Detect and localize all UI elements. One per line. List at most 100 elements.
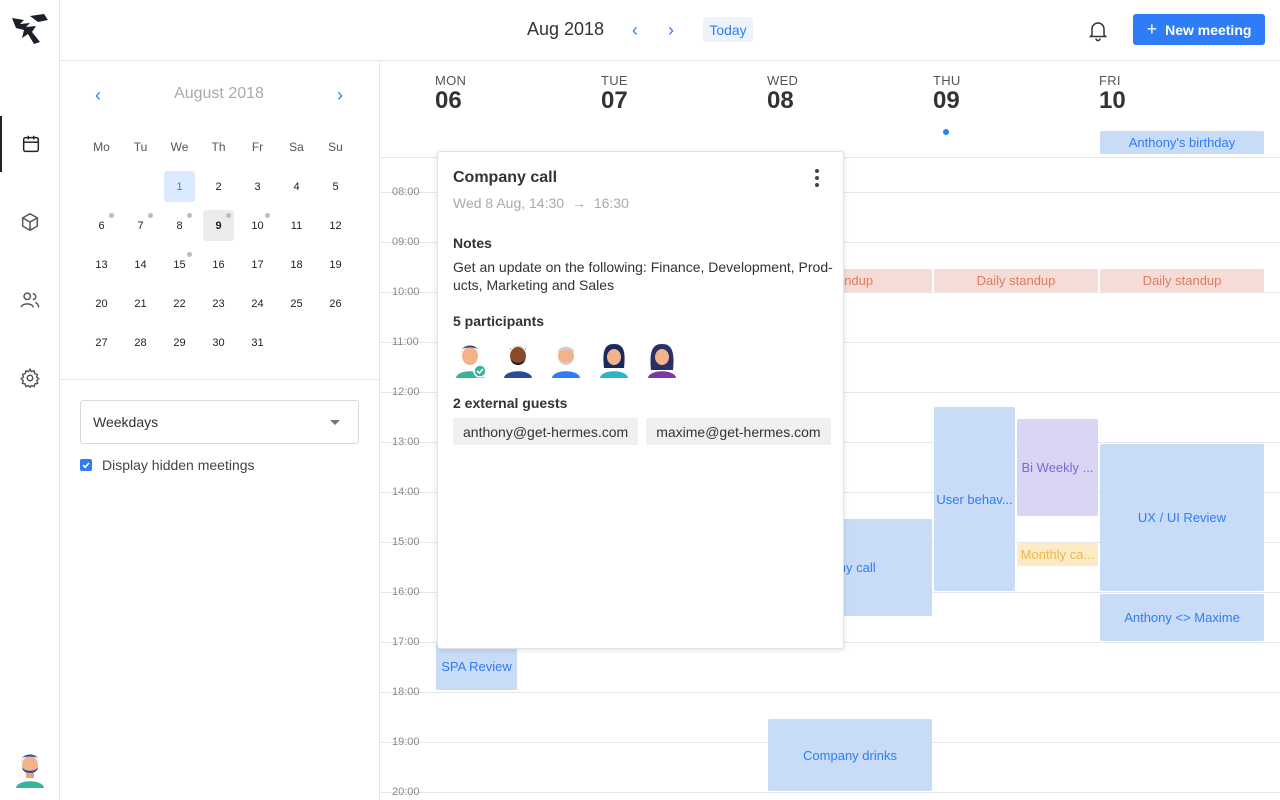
weekday-header: We	[170, 140, 189, 154]
participant-avatar[interactable]	[501, 340, 535, 378]
more-options-button[interactable]	[810, 167, 824, 189]
hour-label: 10:00	[392, 286, 420, 298]
participant-avatar[interactable]	[453, 340, 487, 378]
mini-calendar-day[interactable]: 9	[199, 206, 238, 245]
event-monthly-call[interactable]: Monthly ca...	[1017, 543, 1098, 566]
mini-calendar-day[interactable]: 2	[199, 167, 238, 206]
event-standup-thu[interactable]: Daily standup	[934, 269, 1098, 292]
day-number: 2	[215, 180, 222, 193]
mini-calendar-day[interactable]: 7	[121, 206, 160, 245]
participant-avatar[interactable]	[645, 340, 679, 378]
day-number: 29	[173, 336, 186, 349]
participant-avatar[interactable]	[597, 340, 631, 378]
day-number: 12	[329, 219, 342, 232]
kebab-dot	[815, 176, 819, 180]
arrow-right-icon: →	[571, 195, 586, 211]
mini-calendar-day[interactable]: 31	[238, 323, 277, 362]
new-meeting-button[interactable]: + New meeting	[1133, 14, 1265, 45]
mini-calendar-day[interactable]: 20	[82, 284, 121, 323]
mini-calendar-day[interactable]: 12	[316, 206, 355, 245]
mini-calendar-day[interactable]: 23	[199, 284, 238, 323]
day-number: 14	[134, 258, 147, 271]
event-standup-fri[interactable]: Daily standup	[1100, 269, 1264, 292]
kebab-menu-icon	[815, 169, 819, 173]
mini-calendar-day[interactable]: 25	[277, 284, 316, 323]
nav-people[interactable]	[0, 272, 60, 328]
weekday-header: Fr	[251, 140, 264, 154]
mini-calendar-grid: Mo Tu We Th Fr Sa Su 1 2 3 4 5 6 7 8 9 10 11 12 13 14 15 16 17 1…	[82, 137, 356, 362]
event-bi-weekly[interactable]: Bi Weekly ...	[1017, 419, 1098, 516]
day-number: 25	[290, 297, 303, 310]
nav-calendar[interactable]	[0, 116, 60, 172]
nav-box[interactable]	[0, 194, 60, 250]
mini-calendar-day[interactable]: 16	[199, 245, 238, 284]
mini-calendar-day[interactable]: 13	[82, 245, 121, 284]
mini-calendar-day[interactable]: 17	[238, 245, 277, 284]
user-avatar[interactable]	[14, 748, 46, 788]
mini-calendar-day[interactable]: 30	[199, 323, 238, 362]
guest-chip[interactable]: maxime@get-hermes.com	[646, 418, 831, 445]
mini-calendar-day[interactable]: 14	[121, 245, 160, 284]
empty-day-cell	[82, 167, 121, 206]
event-user-behaviour[interactable]: User behav...	[934, 407, 1015, 591]
event-anthony-maxime[interactable]: Anthony <> Maxime	[1100, 594, 1264, 641]
day-number: 18	[290, 258, 303, 271]
mini-calendar-day[interactable]: 5	[316, 167, 355, 206]
mini-calendar-day[interactable]: 8	[160, 206, 199, 245]
participant-avatar[interactable]	[549, 340, 583, 378]
mini-calendar-day[interactable]: 24	[238, 284, 277, 323]
day-header-fri[interactable]: FRI 10	[1099, 73, 1259, 114]
hour-label: 14:00	[392, 486, 420, 498]
guest-chip[interactable]: anthony@get-hermes.com	[453, 418, 639, 445]
today-button[interactable]: Today	[703, 17, 753, 42]
has-events-dot	[187, 213, 192, 218]
day-number: 07	[601, 87, 628, 114]
event-company-drinks[interactable]: Company drinks	[768, 719, 932, 791]
prev-week-button[interactable]: ‹	[625, 18, 645, 42]
bell-icon[interactable]	[1086, 18, 1110, 42]
day-number: 21	[134, 297, 147, 310]
event-ux-ui-review[interactable]: UX / UI Review	[1100, 444, 1264, 591]
day-header-wed[interactable]: WED 08	[767, 73, 927, 114]
mini-calendar-day[interactable]: 22	[160, 284, 199, 323]
weekday-header: Mo	[93, 140, 110, 154]
has-events-dot	[148, 213, 153, 218]
weekday-header: Sa	[289, 140, 304, 154]
mini-calendar-day[interactable]: 27	[82, 323, 121, 362]
mini-calendar-day[interactable]: 26	[316, 284, 355, 323]
mini-calendar-day[interactable]: 15	[160, 245, 199, 284]
mini-calendar-day[interactable]: 1	[160, 167, 199, 206]
day-header-thu[interactable]: THU 09	[933, 73, 1093, 135]
hermes-logo[interactable]	[10, 12, 50, 46]
mini-next-month-button[interactable]: ›	[328, 83, 352, 107]
participants-list	[453, 340, 679, 378]
mini-calendar-day[interactable]: 10	[238, 206, 277, 245]
hour-label: 11:00	[392, 336, 419, 348]
next-week-button[interactable]: ›	[661, 18, 681, 42]
day-number: 23	[212, 297, 225, 310]
nav-settings[interactable]	[0, 350, 60, 406]
event-anthonys-birthday[interactable]: Anthony's birthday	[1100, 131, 1264, 154]
view-select[interactable]: Weekdays	[80, 400, 359, 444]
app-rail	[0, 0, 60, 800]
current-day-indicator	[943, 129, 949, 135]
mini-calendar-day[interactable]: 29	[160, 323, 199, 362]
weekday-header: Su	[328, 140, 343, 154]
display-hidden-checkbox[interactable]: Display hidden meetings	[80, 457, 255, 473]
mini-calendar-day[interactable]: 21	[121, 284, 160, 323]
chevron-right-icon: ›	[668, 19, 674, 40]
mini-calendar-day[interactable]: 6	[82, 206, 121, 245]
mini-calendar-day[interactable]: 3	[238, 167, 277, 206]
mini-calendar-day[interactable]: 19	[316, 245, 355, 284]
mini-calendar-day[interactable]: 4	[277, 167, 316, 206]
day-number: 20	[95, 297, 108, 310]
chevron-right-icon: ›	[337, 84, 343, 105]
day-header-mon[interactable]: MON 06	[435, 73, 595, 114]
mini-calendar-day[interactable]: 11	[277, 206, 316, 245]
mini-calendar-day[interactable]: 18	[277, 245, 316, 284]
mini-calendar-day[interactable]: 28	[121, 323, 160, 362]
event-spa-review[interactable]: SPA Review	[436, 643, 517, 690]
day-header-tue[interactable]: TUE 07	[601, 73, 761, 114]
day-number: 3	[254, 180, 261, 193]
has-events-dot	[109, 213, 114, 218]
